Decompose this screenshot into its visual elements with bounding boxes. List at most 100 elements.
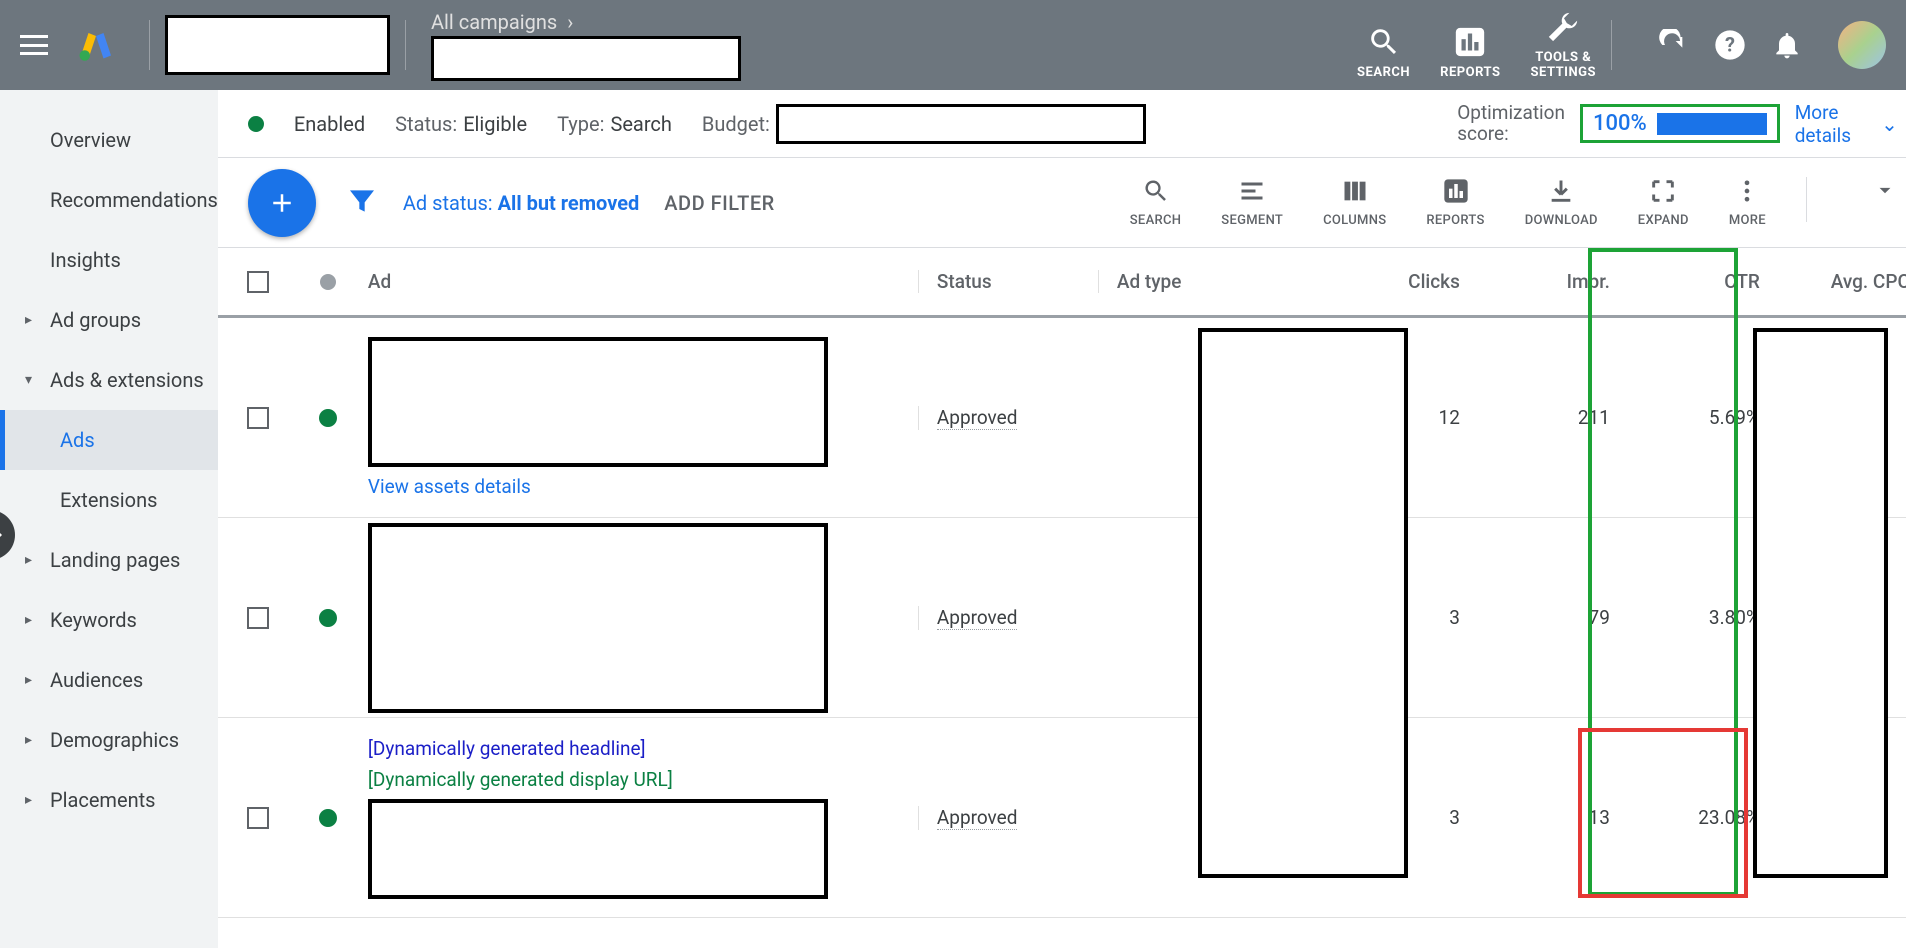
col-clicks[interactable]: Clicks xyxy=(1328,270,1478,293)
row-checkbox[interactable] xyxy=(247,607,269,629)
content: Enabled Status:Eligible Type:Search Budg… xyxy=(218,90,1906,948)
google-ads-logo[interactable] xyxy=(78,27,114,63)
status-dot-enabled xyxy=(248,116,264,132)
status-value: Approved xyxy=(937,406,1018,430)
divider xyxy=(405,20,406,70)
sidebar-item-recommendations[interactable]: Recommendations xyxy=(0,170,218,230)
topbar-reports[interactable]: REPORTS xyxy=(1440,25,1500,80)
topbar-tools-settings[interactable]: TOOLS & SETTINGS xyxy=(1531,10,1597,80)
ad-preview-redacted xyxy=(368,337,828,467)
search-icon xyxy=(1367,25,1401,59)
tool-download[interactable]: DOWNLOAD xyxy=(1525,177,1598,228)
tool-segment[interactable]: SEGMENT xyxy=(1221,177,1283,228)
ads-table: Ad Status Ad type Clicks Impr. CTR Avg. … xyxy=(218,248,1906,948)
opt-score-bar xyxy=(1657,113,1767,135)
status-dot-header[interactable] xyxy=(320,274,336,290)
table-header-row: Ad Status Ad type Clicks Impr. CTR Avg. … xyxy=(218,248,1906,318)
reports-icon xyxy=(1453,25,1487,59)
filter-chip[interactable]: Ad status: All but removed xyxy=(403,191,639,215)
add-button[interactable] xyxy=(248,169,316,237)
avgcpc-column-redacted xyxy=(1753,328,1888,878)
sidebar-item-landing-pages[interactable]: Landing pages xyxy=(0,530,218,590)
col-impr[interactable]: Impr. xyxy=(1478,270,1628,293)
impr-value: 211 xyxy=(1478,406,1628,429)
sidebar: OverviewRecommendationsInsightsAd groups… xyxy=(0,90,218,948)
sidebar-item-overview[interactable]: Overview xyxy=(0,110,218,170)
budget-redacted xyxy=(776,104,1146,144)
status-dot[interactable] xyxy=(319,609,337,627)
view-assets-link[interactable]: View assets details xyxy=(368,475,918,498)
add-filter-button[interactable]: ADD FILTER xyxy=(664,191,774,215)
status-value: Approved xyxy=(937,606,1018,630)
sidebar-item-ads[interactable]: Ads xyxy=(0,410,218,470)
status-key: Status: xyxy=(395,112,457,136)
dynamic-headline: [Dynamically generated headline] xyxy=(368,737,918,760)
topbar-search[interactable]: SEARCH xyxy=(1357,25,1410,80)
sidebar-item-placements[interactable]: Placements xyxy=(0,770,218,830)
table-toolbar: Ad status: All but removed ADD FILTER SE… xyxy=(218,158,1906,248)
opt-score-value: 100% xyxy=(1593,111,1647,136)
filter-icon[interactable] xyxy=(346,185,378,221)
tool-columns[interactable]: COLUMNS xyxy=(1323,177,1386,228)
tool-more[interactable]: MORE xyxy=(1729,177,1766,228)
status-value: Approved xyxy=(937,806,1018,830)
label: REPORTS xyxy=(1440,65,1500,80)
campaign-summary-bar: Enabled Status:Eligible Type:Search Budg… xyxy=(218,90,1906,158)
status-dot[interactable] xyxy=(319,409,337,427)
chevron-right-icon: › xyxy=(567,10,573,34)
table-row: [Dynamically generated headline] [Dynamic… xyxy=(218,718,1906,918)
sidebar-item-ad-groups[interactable]: Ad groups xyxy=(0,290,218,350)
dynamic-display-url: [Dynamically generated display URL] xyxy=(368,768,918,791)
divider xyxy=(1611,20,1612,70)
adtype-column-redacted xyxy=(1198,328,1408,878)
col-ctr[interactable]: CTR xyxy=(1628,270,1778,293)
sidebar-item-insights[interactable]: Insights xyxy=(0,230,218,290)
sidebar-item-ads-extensions[interactable]: Ads & extensions xyxy=(0,350,218,410)
more-details-link[interactable]: More details xyxy=(1795,101,1851,147)
type-value: Search xyxy=(610,112,671,136)
notifications-icon[interactable] xyxy=(1771,29,1803,61)
breadcrumb-label: All campaigns xyxy=(431,10,557,34)
table-row: View assets detailsApproved122115.69% xyxy=(218,318,1906,518)
type-key: Type: xyxy=(557,112,604,136)
impr-value: 13 xyxy=(1478,806,1628,829)
label: SEARCH xyxy=(1357,65,1410,80)
sidebar-item-demographics[interactable]: Demographics xyxy=(0,710,218,770)
sidebar-item-audiences[interactable]: Audiences xyxy=(0,650,218,710)
col-ad[interactable]: Ad xyxy=(358,270,918,293)
enabled-label[interactable]: Enabled xyxy=(294,112,365,136)
chevron-down-icon[interactable]: ⌄ xyxy=(1881,112,1898,136)
sidebar-item-keywords[interactable]: Keywords xyxy=(0,590,218,650)
help-icon[interactable]: ? xyxy=(1714,29,1746,61)
menu-icon[interactable] xyxy=(20,35,48,55)
collapse-chart-icon[interactable] xyxy=(1872,177,1898,207)
svg-text:?: ? xyxy=(1725,33,1735,57)
avatar[interactable] xyxy=(1838,21,1886,69)
campaign-name-redacted xyxy=(431,36,741,81)
row-checkbox[interactable] xyxy=(247,807,269,829)
status-dot[interactable] xyxy=(319,809,337,827)
label: TOOLS & SETTINGS xyxy=(1531,50,1597,80)
divider xyxy=(1806,177,1807,222)
top-bar: All campaigns › SEARCH REPORTS TOOLS & S… xyxy=(0,0,1906,90)
tool-expand[interactable]: EXPAND xyxy=(1638,177,1689,228)
col-status[interactable]: Status xyxy=(918,270,1098,293)
breadcrumb[interactable]: All campaigns › xyxy=(431,10,741,34)
refresh-icon[interactable] xyxy=(1657,29,1689,61)
opt-score-box[interactable]: 100% xyxy=(1580,104,1780,143)
tool-reports[interactable]: REPORTS xyxy=(1426,177,1484,228)
tool-search[interactable]: SEARCH xyxy=(1130,177,1182,228)
status-value: Eligible xyxy=(463,112,527,136)
col-cpc[interactable]: Avg. CPC xyxy=(1778,270,1906,293)
col-adtype[interactable]: Ad type xyxy=(1098,270,1328,293)
row-checkbox[interactable] xyxy=(247,407,269,429)
select-all-checkbox[interactable] xyxy=(247,271,269,293)
divider xyxy=(149,20,150,70)
wrench-icon xyxy=(1546,10,1580,44)
account-name-redacted xyxy=(165,15,390,75)
sidebar-item-extensions[interactable]: Extensions xyxy=(0,470,218,530)
impr-value: 79 xyxy=(1478,606,1628,629)
opt-score-label: Optimization score: xyxy=(1457,103,1565,145)
ad-preview-redacted xyxy=(368,799,828,899)
table-row: Approved3793.80% xyxy=(218,518,1906,718)
